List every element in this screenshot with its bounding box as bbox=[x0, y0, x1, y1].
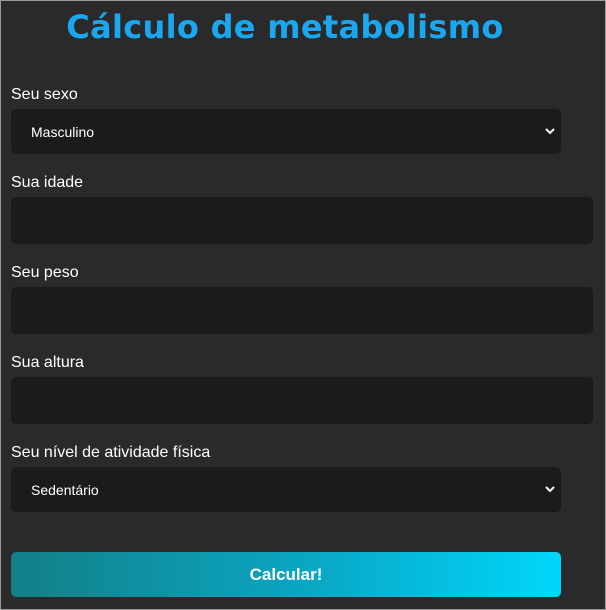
page-title: Cálculo de metabolismo bbox=[66, 8, 504, 46]
sex-select-value: Masculino bbox=[31, 123, 95, 140]
age-input[interactable] bbox=[11, 197, 593, 244]
activity-select-value: Sedentário bbox=[31, 481, 99, 498]
weight-label: Seu peso bbox=[11, 264, 79, 281]
activity-select[interactable]: Sedentário bbox=[11, 467, 561, 512]
chevron-down-icon bbox=[544, 126, 556, 138]
sex-label: Seu sexo bbox=[11, 86, 78, 103]
age-label: Sua idade bbox=[11, 174, 84, 191]
height-label: Sua altura bbox=[11, 354, 84, 371]
weight-input[interactable] bbox=[11, 287, 593, 334]
chevron-down-icon bbox=[544, 484, 556, 496]
height-input[interactable] bbox=[11, 377, 593, 424]
activity-label: Seu nível de atividade física bbox=[11, 444, 211, 461]
calculate-button[interactable]: Calcular! bbox=[11, 552, 561, 597]
sex-select[interactable]: Masculino bbox=[11, 109, 561, 154]
